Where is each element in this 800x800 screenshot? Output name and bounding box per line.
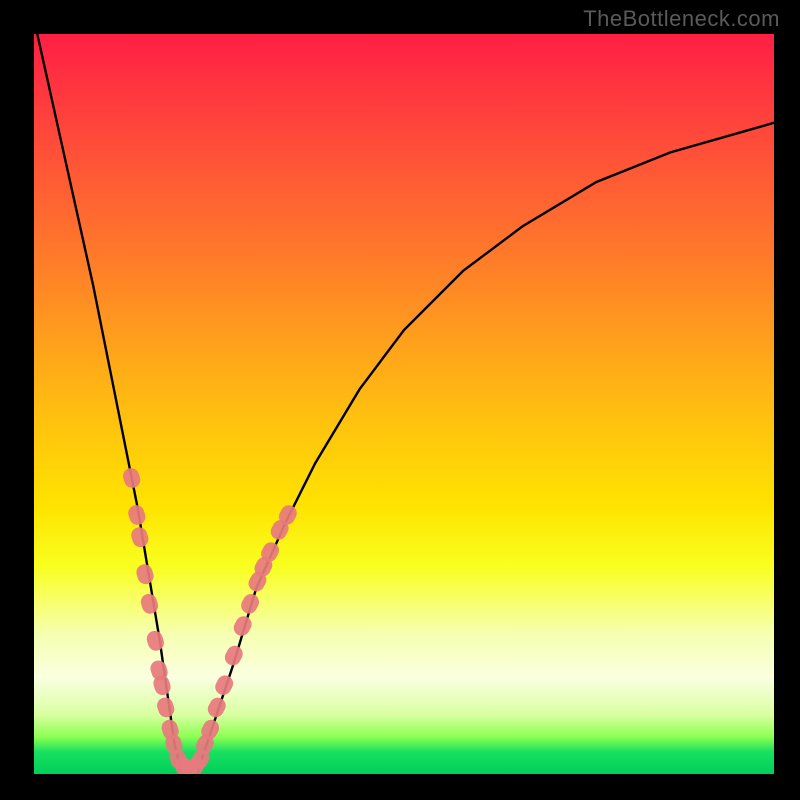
curve-marker <box>145 629 166 653</box>
bottleneck-curve <box>34 34 774 774</box>
marker-layer <box>121 466 300 774</box>
bottleneck-curve-plot <box>34 34 774 774</box>
watermark-text: TheBottleneck.com <box>583 6 780 32</box>
curve-marker <box>139 592 160 616</box>
curve-marker <box>121 466 142 490</box>
curve-marker <box>155 695 176 719</box>
curve-marker <box>222 643 246 668</box>
chart-frame: TheBottleneck.com <box>0 0 800 800</box>
plot-area <box>34 34 774 774</box>
curve-marker <box>134 562 155 586</box>
curve-marker <box>205 695 229 720</box>
curve-layer <box>34 34 774 774</box>
curve-marker <box>129 525 150 549</box>
curve-marker <box>212 673 236 698</box>
curve-marker <box>238 591 262 616</box>
curve-marker <box>126 503 147 527</box>
curve-marker <box>231 613 255 638</box>
